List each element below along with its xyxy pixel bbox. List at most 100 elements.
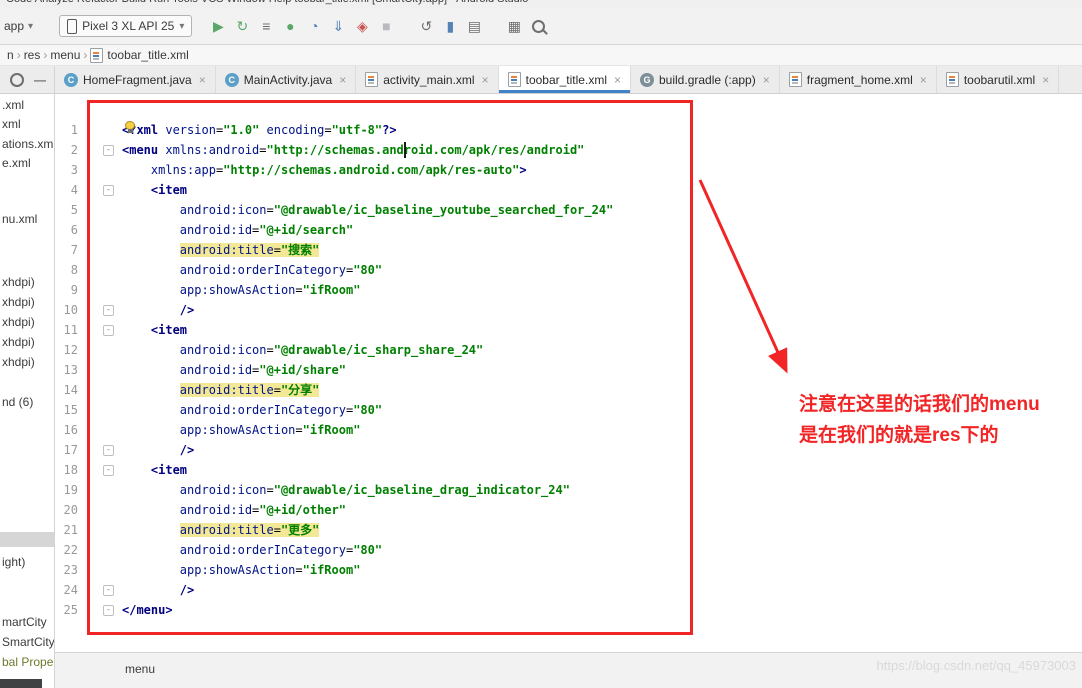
code-token: "@+id/share" <box>259 363 346 377</box>
breadcrumb-item[interactable]: menu <box>50 48 80 62</box>
tree-item[interactable]: martCity <box>2 615 47 629</box>
line-number: 25 <box>55 603 78 617</box>
run-configuration-dropdown[interactable]: app ▾ <box>4 19 33 33</box>
code-line-text[interactable]: app:showAsAction="ifRoom" <box>122 420 360 440</box>
code-line-text[interactable]: <menu xmlns:android="http://schemas.andr… <box>122 140 584 160</box>
code-line-text[interactable]: <item <box>122 180 187 200</box>
tab-label: build.gradle (:app) <box>659 73 756 87</box>
menu-bar-items[interactable]: Code Analyze Refactor Build Run Tools VC… <box>6 0 528 5</box>
code-editor[interactable]: 1 <?xml version="1.0" encoding="utf-8"?> 2… <box>55 94 1082 652</box>
sync-project-icon[interactable]: ↺ <box>414 15 438 37</box>
tree-item[interactable]: nd (6) <box>2 395 33 409</box>
fold-marker-icon[interactable]: - <box>103 325 114 336</box>
code-line-text[interactable]: xmlns:app="http://schemas.android.com/ap… <box>122 160 527 180</box>
fold-marker-icon[interactable]: - <box>103 445 114 456</box>
search-everywhere-icon[interactable] <box>526 15 550 37</box>
tree-item[interactable]: xhdpi) <box>2 295 35 309</box>
xml-structure-breadcrumb[interactable]: menu <box>125 662 155 676</box>
code-line: 7 android:title="搜索" <box>55 240 1082 260</box>
intention-bulb-icon[interactable] <box>124 121 136 133</box>
tree-item[interactable]: xhdpi) <box>2 355 35 369</box>
close-icon[interactable]: × <box>199 73 206 87</box>
code-line-text[interactable]: /> <box>122 440 194 460</box>
tree-item[interactable]: ations.xm <box>2 137 53 151</box>
profile-icon[interactable]: ◔ <box>302 15 326 37</box>
code-token: "ifRoom" <box>303 283 361 297</box>
code-line-text[interactable]: app:showAsAction="ifRoom" <box>122 560 360 580</box>
tab-activity-main-xml[interactable]: activity_main.xml× <box>356 66 498 93</box>
breadcrumb-item[interactable]: toobar_title.xml <box>90 48 188 63</box>
code-line-text[interactable]: android:id="@+id/search" <box>122 220 353 240</box>
run-icon[interactable]: ▶ <box>206 15 230 37</box>
code-line-text[interactable]: android:icon="@drawable/ic_baseline_drag… <box>122 480 570 500</box>
resource-manager-icon[interactable]: ◈ <box>350 15 374 37</box>
code-line-text[interactable]: android:id="@+id/share" <box>122 360 346 380</box>
gradle-icon: G <box>640 73 654 87</box>
tab-fragment-home-xml[interactable]: fragment_home.xml× <box>780 66 937 93</box>
gear-icon[interactable] <box>10 73 24 87</box>
highlighted-token: android:title <box>180 523 274 537</box>
debug-bug-icon[interactable]: ● <box>278 15 302 37</box>
tab-toobarutil-xml[interactable]: toobarutil.xml× <box>937 66 1059 93</box>
code-line-text[interactable]: android:orderInCategory="80" <box>122 400 382 420</box>
code-line-text[interactable]: android:icon="@drawable/ic_baseline_yout… <box>122 200 613 220</box>
code-line-text[interactable]: <?xml version="1.0" encoding="utf-8"?> <box>122 120 397 140</box>
hide-panel-icon[interactable]: — <box>34 73 46 87</box>
apply-code-changes-icon[interactable]: ≡ <box>254 15 278 37</box>
code-line-text[interactable]: app:showAsAction="ifRoom" <box>122 280 360 300</box>
code-line-text[interactable]: android:title="搜索" <box>122 240 319 260</box>
fold-marker-icon[interactable]: - <box>103 305 114 316</box>
layout-inspector-icon[interactable]: ▦ <box>502 15 526 37</box>
code-line-text[interactable]: <item <box>122 320 187 340</box>
close-icon[interactable]: × <box>339 73 346 87</box>
tab-toobar-title-xml[interactable]: toobar_title.xml× <box>499 66 631 93</box>
code-token: ?> <box>382 123 396 137</box>
code-line-text[interactable]: android:id="@+id/other" <box>122 500 346 520</box>
apply-changes-icon[interactable]: ↻ <box>230 15 254 37</box>
code-line-text[interactable]: </menu> <box>122 600 173 620</box>
close-icon[interactable]: × <box>1042 73 1049 87</box>
tree-item[interactable]: .xml <box>2 98 24 112</box>
breadcrumb-item[interactable]: n <box>7 48 14 62</box>
tree-item[interactable]: xhdpi) <box>2 335 35 349</box>
fold-marker-icon[interactable]: - <box>103 465 114 476</box>
code-line-text[interactable]: android:title="更多" <box>122 520 319 540</box>
breadcrumb-item[interactable]: res <box>24 48 41 62</box>
stop-icon[interactable]: ■ <box>374 15 398 37</box>
tree-item[interactable]: bal Prope <box>2 655 53 669</box>
code-line-text[interactable]: android:icon="@drawable/ic_sharp_share_2… <box>122 340 483 360</box>
tree-item[interactable]: ight) <box>2 555 25 569</box>
code-token <box>122 543 180 557</box>
code-line-text[interactable]: <item <box>122 460 187 480</box>
device-selector-dropdown[interactable]: Pixel 3 XL API 25 ▾ <box>59 15 192 37</box>
tree-selected-row[interactable] <box>0 532 55 547</box>
tree-item[interactable]: e.xml <box>2 156 31 170</box>
tab-build-gradle-app-[interactable]: Gbuild.gradle (:app) × <box>631 66 780 93</box>
line-number: 1 <box>55 123 78 137</box>
fold-marker-icon[interactable]: - <box>103 145 114 156</box>
fold-marker-icon[interactable]: - <box>103 605 114 616</box>
code-line-text[interactable]: android:title="分享" <box>122 380 319 400</box>
tab-mainactivity-java[interactable]: CMainActivity.java× <box>216 66 357 93</box>
device-manager-icon[interactable]: ▮ <box>438 15 462 37</box>
tree-item[interactable]: xhdpi) <box>2 315 35 329</box>
tree-item[interactable]: xhdpi) <box>2 275 35 289</box>
close-icon[interactable]: × <box>763 73 770 87</box>
fold-marker-icon[interactable]: - <box>103 585 114 596</box>
close-icon[interactable]: × <box>920 73 927 87</box>
code-line-text[interactable]: android:orderInCategory="80" <box>122 540 382 560</box>
tree-item[interactable]: xml <box>2 117 21 131</box>
tree-item[interactable]: SmartCity <box>2 635 55 649</box>
close-icon[interactable]: × <box>614 73 621 87</box>
code-line-text[interactable]: android:orderInCategory="80" <box>122 260 382 280</box>
code-line-text[interactable]: /> <box>122 580 194 600</box>
tab-homefragment-java[interactable]: CHomeFragment.java× <box>55 66 216 93</box>
sdk-manager-icon[interactable]: ▤ <box>462 15 486 37</box>
code-token: "@+id/search" <box>259 223 353 237</box>
fold-marker-icon[interactable]: - <box>103 185 114 196</box>
attach-debugger-icon[interactable]: ⇓ <box>326 15 350 37</box>
tree-item[interactable]: nu.xml <box>2 212 37 226</box>
close-icon[interactable]: × <box>482 73 489 87</box>
code-line-text[interactable]: /> <box>122 300 194 320</box>
code-token: "1.0" <box>223 123 259 137</box>
